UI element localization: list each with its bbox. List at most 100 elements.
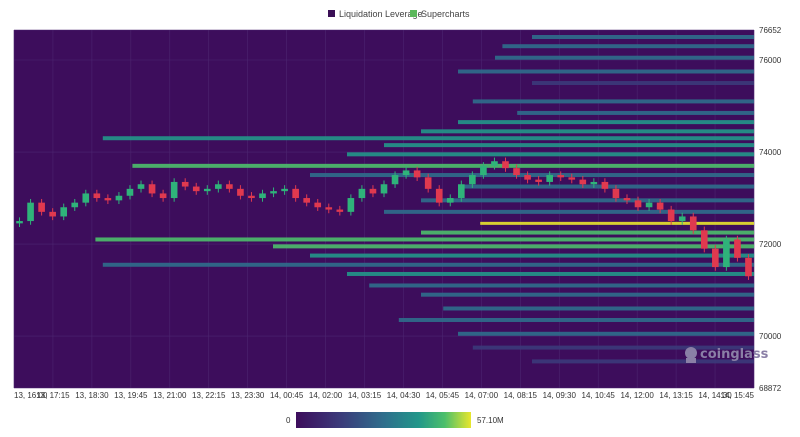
candle-body xyxy=(336,209,344,212)
legend-swatch-liquidation-leverage[interactable] xyxy=(328,10,335,17)
x-tick-label: 13, 21:00 xyxy=(153,391,187,400)
legend: Liquidation Leverage Supercharts xyxy=(328,9,470,19)
x-tick-label: 14, 04:30 xyxy=(387,391,421,400)
candle-body xyxy=(71,202,79,208)
candle-body xyxy=(325,207,333,210)
x-tick-label: 14, 09:30 xyxy=(543,391,577,400)
candle-body xyxy=(192,186,200,192)
y-tick-label: 76652 xyxy=(759,26,782,35)
x-tick-label: 14, 10:45 xyxy=(582,391,616,400)
heatmap-band xyxy=(102,262,755,267)
heatmap-band xyxy=(384,143,754,148)
x-tick-label: 13, 19:45 xyxy=(114,391,148,400)
x-tick-label: 13, 17:15 xyxy=(36,391,70,400)
heatmap-band xyxy=(421,292,754,297)
candle-body xyxy=(104,198,112,201)
candle-body xyxy=(380,184,388,194)
candle-body xyxy=(413,170,421,178)
y-tick-label: 74000 xyxy=(759,148,782,157)
candle-body xyxy=(60,207,68,217)
y-axis: 76652 76000 74000 72000 70000 68872 xyxy=(759,26,782,393)
color-scale-bar xyxy=(296,412,471,428)
heatmap-band xyxy=(95,237,754,242)
color-scale-max-label: 57.10M xyxy=(477,416,504,425)
candle-body xyxy=(237,188,244,196)
x-tick-label: 14, 03:15 xyxy=(348,391,382,400)
heatmap-band xyxy=(480,221,754,225)
candle-body xyxy=(546,175,553,182)
heatmap-band xyxy=(310,173,754,178)
heatmap-band xyxy=(502,44,754,49)
candle-body xyxy=(181,181,189,187)
candle-body xyxy=(270,191,277,194)
heatmap-band xyxy=(421,129,754,134)
plot-area xyxy=(13,29,755,389)
heatmap-band xyxy=(472,99,754,104)
candle-body xyxy=(645,202,653,208)
candle-body xyxy=(745,257,752,277)
candle-body xyxy=(347,198,355,212)
heatmap-band xyxy=(517,110,754,115)
candle-body xyxy=(126,188,134,196)
candle-body xyxy=(469,175,476,185)
x-tick-label: 13, 22:15 xyxy=(192,391,226,400)
candle-body xyxy=(259,193,266,199)
color-scale-min-label: 0 xyxy=(286,416,291,425)
candle-body xyxy=(623,198,631,201)
heatmap-band xyxy=(443,306,754,311)
candle-body xyxy=(557,175,565,178)
candle-body xyxy=(148,184,156,194)
candle-body xyxy=(49,211,56,217)
candle-body xyxy=(667,209,675,222)
heatmap-band xyxy=(347,271,754,276)
color-scale: 0 57.10M xyxy=(286,412,504,428)
legend-swatch-supercharts[interactable] xyxy=(410,10,417,17)
candle-body xyxy=(82,193,90,203)
liquidation-heatmap-chart: Liquidation Leverage Supercharts coingla… xyxy=(13,9,782,428)
candle-body xyxy=(579,179,587,185)
candle-body xyxy=(170,181,178,199)
heatmap-band xyxy=(273,244,754,249)
heatmap-band xyxy=(532,81,754,86)
heatmap-band xyxy=(132,163,754,168)
heatmap-band xyxy=(458,331,754,336)
candle-body xyxy=(568,177,576,180)
x-tick-label: 14, 05:45 xyxy=(426,391,460,400)
coinglass-logo-icon xyxy=(685,347,697,363)
legend-label-supercharts[interactable]: Supercharts xyxy=(421,9,470,19)
candle-body xyxy=(601,181,609,189)
y-tick-label: 68872 xyxy=(759,384,782,393)
candle-body xyxy=(712,248,719,268)
heatmap-band xyxy=(458,120,754,125)
candle-body xyxy=(678,216,686,222)
heatmap-band xyxy=(102,136,755,141)
candle-body xyxy=(535,179,542,182)
candle-body xyxy=(203,188,211,192)
candle-body xyxy=(734,239,741,258)
candle-body xyxy=(612,188,620,199)
candle-body xyxy=(634,200,642,208)
candle-body xyxy=(424,177,432,189)
x-tick-label: 14, 07:00 xyxy=(465,391,499,400)
x-tick-label: 14, 08:15 xyxy=(504,391,538,400)
y-tick-label: 76000 xyxy=(759,56,782,65)
candle-body xyxy=(502,161,509,169)
candle-body xyxy=(700,230,708,249)
candle-body xyxy=(656,202,664,210)
x-tick-label: 13, 18:30 xyxy=(75,391,109,400)
candle-body xyxy=(369,188,377,194)
candle-body xyxy=(435,188,443,203)
y-tick-label: 72000 xyxy=(759,240,782,249)
candle-body xyxy=(292,188,299,199)
candle-body xyxy=(115,195,123,201)
candle-body xyxy=(27,202,34,222)
candle-body xyxy=(590,181,598,185)
heatmap-band xyxy=(310,253,754,258)
candle-body xyxy=(689,216,697,231)
heatmap-band xyxy=(532,34,754,39)
candle-body xyxy=(358,188,366,199)
x-tick-label: 13, 23:30 xyxy=(231,391,265,400)
candle-body xyxy=(16,221,23,224)
heatmap-band xyxy=(458,69,754,74)
candle-body xyxy=(137,184,145,189)
